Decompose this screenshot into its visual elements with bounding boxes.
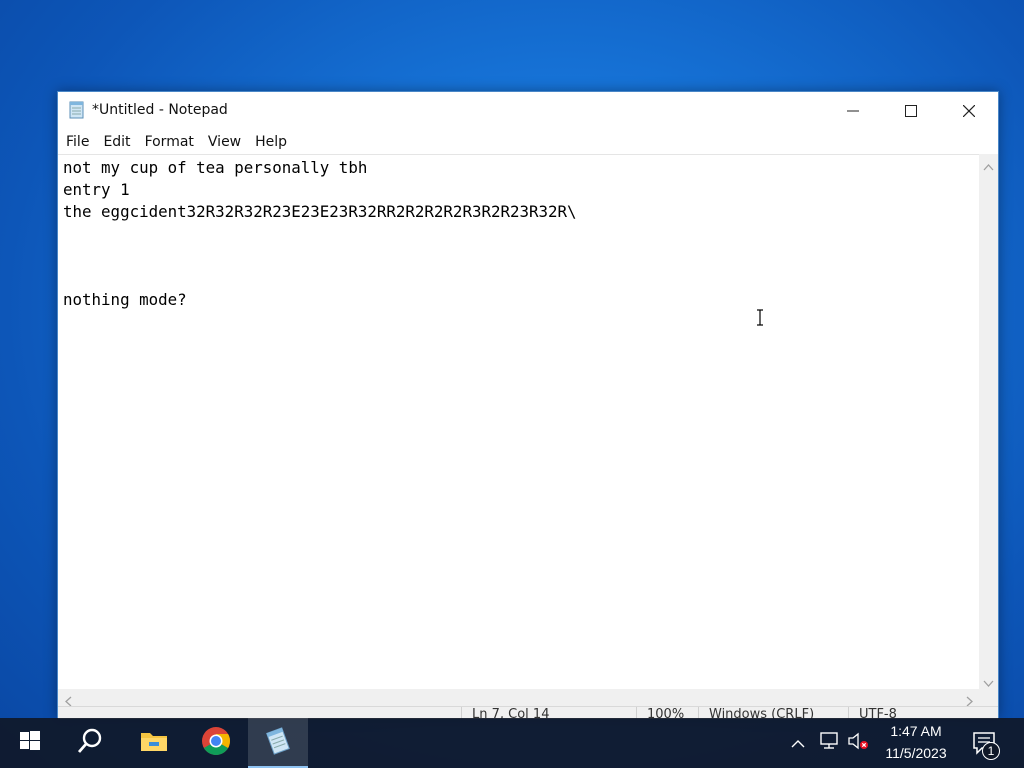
- menu-format[interactable]: Format: [139, 134, 200, 150]
- scroll-down-icon[interactable]: [983, 674, 994, 687]
- search-button[interactable]: [60, 718, 120, 768]
- chrome-icon: [201, 726, 231, 760]
- horizontal-scrollbar[interactable]: [58, 689, 980, 707]
- notification-icon: 1: [968, 728, 1002, 760]
- notepad-icon: [264, 727, 292, 759]
- network-icon: [818, 731, 840, 755]
- text-line: ​: [63, 267, 577, 289]
- notepad-icon: [68, 101, 86, 119]
- text-line: entry 1: [63, 180, 130, 199]
- minimize-icon: [847, 102, 859, 121]
- start-icon: [20, 731, 40, 755]
- maximize-icon: [905, 102, 917, 121]
- show-hidden-icons-button[interactable]: [788, 733, 808, 753]
- menu-help[interactable]: Help: [249, 134, 293, 150]
- minimize-button[interactable]: [824, 92, 882, 130]
- window-title: *Untitled - Notepad: [92, 102, 228, 118]
- maximize-button[interactable]: [882, 92, 940, 130]
- chrome-button[interactable]: [186, 718, 246, 768]
- volume-button[interactable]: [846, 732, 870, 754]
- text-line: ​: [63, 223, 577, 245]
- title-bar[interactable]: *Untitled - Notepad: [58, 92, 998, 130]
- scrollbar-corner: [979, 689, 998, 706]
- menu-edit[interactable]: Edit: [97, 134, 136, 150]
- clock-time: 1:47 AM: [890, 723, 942, 739]
- text-content[interactable]: not my cup of tea personally tbh entry 1 t…: [63, 157, 577, 311]
- taskbar: 1:47 AM 11/5/2023 1: [0, 718, 1024, 768]
- file-explorer-button[interactable]: [124, 718, 184, 768]
- search-icon: [77, 728, 103, 758]
- notepad-taskbar-button[interactable]: [248, 718, 308, 768]
- clock-date: 11/5/2023: [885, 745, 947, 761]
- text-line: nothing mode?: [63, 290, 187, 309]
- start-button[interactable]: [0, 718, 60, 768]
- notepad-window: *Untitled - Notepad File Edit Format Vie…: [57, 91, 999, 719]
- action-center-button[interactable]: 1: [968, 728, 1002, 760]
- close-button[interactable]: [940, 92, 998, 130]
- menu-file[interactable]: File: [60, 134, 95, 150]
- notification-count-badge: 1: [982, 742, 1000, 760]
- text-line: not my cup of tea personally tbh: [63, 158, 368, 177]
- text-cursor-icon: [755, 309, 765, 326]
- chevron-up-icon: [791, 734, 805, 753]
- text-line: the eggcident32R32R32R23E23E23R32RR2R2R2…: [63, 202, 577, 221]
- menu-view[interactable]: View: [202, 134, 247, 150]
- taskbar-clock[interactable]: 1:47 AM 11/5/2023: [872, 718, 960, 768]
- text-line: ​: [63, 245, 577, 267]
- text-editor-area[interactable]: not my cup of tea personally tbh entry 1 t…: [58, 154, 980, 689]
- scroll-up-icon[interactable]: [983, 158, 994, 171]
- vertical-scrollbar[interactable]: [979, 154, 998, 689]
- network-button[interactable]: [817, 732, 841, 754]
- menu-bar: File Edit Format View Help: [58, 130, 998, 154]
- volume-muted-icon: [847, 731, 869, 755]
- close-icon: [962, 102, 976, 121]
- folder-icon: [140, 729, 168, 757]
